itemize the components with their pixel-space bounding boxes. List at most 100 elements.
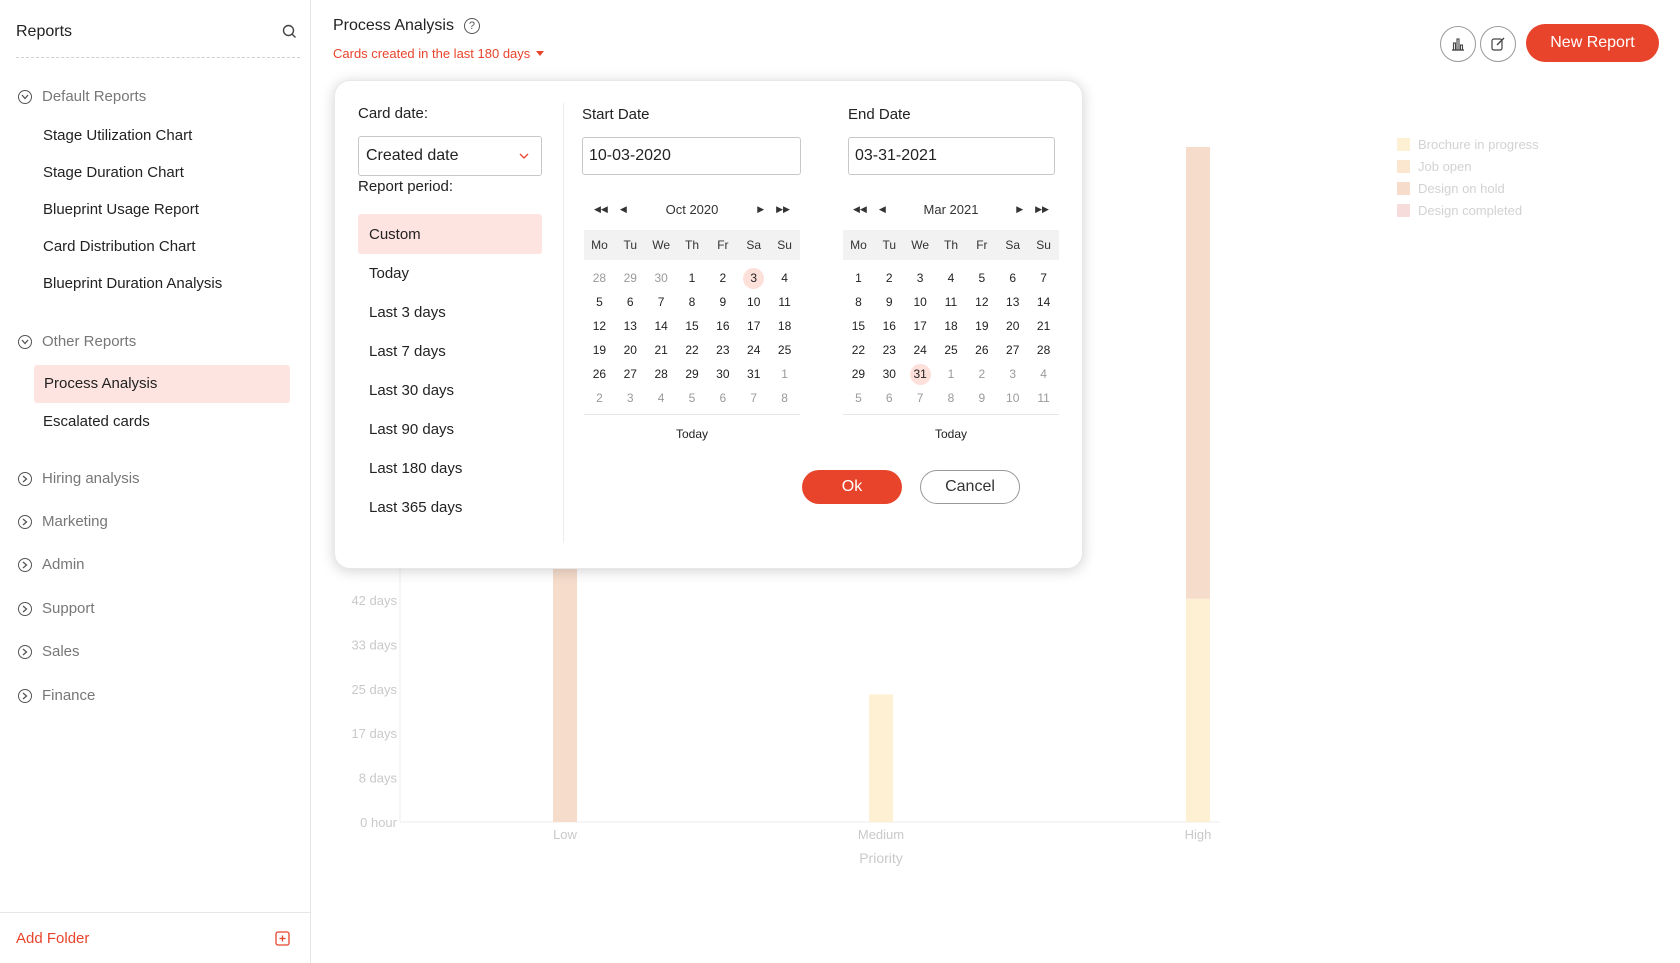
day-cell[interactable]: 7 — [905, 386, 936, 410]
chart-view-button[interactable] — [1440, 26, 1476, 62]
day-cell[interactable]: 19 — [966, 314, 997, 338]
day-cell[interactable]: 20 — [615, 338, 646, 362]
day-cell[interactable]: 17 — [905, 314, 936, 338]
group-sales[interactable]: Sales — [18, 643, 80, 660]
day-cell[interactable]: 14 — [646, 314, 677, 338]
sidebar-item-stage-utilization[interactable]: Stage Utilization Chart — [43, 127, 192, 144]
day-cell[interactable]: 7 — [1028, 266, 1059, 290]
next-month-icon[interactable]: ▶ — [757, 204, 764, 215]
day-cell[interactable]: 16 — [707, 314, 738, 338]
sidebar-item-blueprint-duration[interactable]: Blueprint Duration Analysis — [43, 275, 222, 292]
day-cell[interactable]: 6 — [615, 290, 646, 314]
day-cell[interactable]: 24 — [738, 338, 769, 362]
sidebar-item-escalated-cards[interactable]: Escalated cards — [43, 413, 150, 430]
group-admin[interactable]: Admin — [18, 556, 85, 573]
day-cell[interactable]: 5 — [843, 386, 874, 410]
day-cell[interactable]: 4 — [1028, 362, 1059, 386]
day-cell[interactable]: 28 — [584, 266, 615, 290]
day-cell[interactable]: 7 — [646, 290, 677, 314]
day-cell[interactable]: 9 — [966, 386, 997, 410]
day-cell[interactable]: 28 — [646, 362, 677, 386]
period-option-custom[interactable]: Custom — [358, 214, 542, 254]
day-cell[interactable]: 22 — [843, 338, 874, 362]
date-range-dropdown[interactable]: Cards created in the last 180 days — [333, 46, 545, 61]
day-cell[interactable]: 14 — [1028, 290, 1059, 314]
period-option-last-30-days[interactable]: Last 30 days — [358, 370, 542, 410]
day-cell[interactable]: 27 — [615, 362, 646, 386]
day-cell[interactable]: 6 — [707, 386, 738, 410]
day-cell[interactable]: 18 — [769, 314, 800, 338]
prev-month-icon[interactable]: ◀ — [620, 204, 627, 215]
period-option-last-365-days[interactable]: Last 365 days — [358, 487, 542, 527]
day-cell[interactable]: 15 — [843, 314, 874, 338]
day-cell[interactable]: 30 — [874, 362, 905, 386]
sidebar-item-blueprint-usage[interactable]: Blueprint Usage Report — [43, 201, 199, 218]
cancel-button[interactable]: Cancel — [920, 470, 1020, 504]
day-cell[interactable]: 20 — [997, 314, 1028, 338]
day-cell[interactable]: 9 — [874, 290, 905, 314]
period-option-last-180-days[interactable]: Last 180 days — [358, 448, 542, 488]
day-cell[interactable]: 21 — [1028, 314, 1059, 338]
day-cell[interactable]: 27 — [997, 338, 1028, 362]
day-cell[interactable]: 1 — [677, 266, 708, 290]
day-cell[interactable]: 6 — [997, 266, 1028, 290]
day-cell[interactable]: 15 — [677, 314, 708, 338]
day-cell[interactable]: 23 — [707, 338, 738, 362]
group-other-reports[interactable]: Other Reports — [18, 333, 136, 350]
day-cell[interactable]: 4 — [769, 266, 800, 290]
prev-year-icon[interactable]: ◀◀ — [853, 204, 867, 215]
period-option-last-3-days[interactable]: Last 3 days — [358, 292, 542, 332]
group-support[interactable]: Support — [18, 600, 95, 617]
day-cell[interactable]: 2 — [707, 266, 738, 290]
ok-button[interactable]: Ok — [802, 470, 902, 504]
next-month-icon[interactable]: ▶ — [1016, 204, 1023, 215]
day-cell[interactable]: 29 — [615, 266, 646, 290]
day-cell[interactable]: 30 — [707, 362, 738, 386]
day-cell[interactable]: 12 — [966, 290, 997, 314]
day-cell[interactable]: 29 — [843, 362, 874, 386]
end-date-input[interactable]: 03-31-2021 — [848, 137, 1055, 175]
day-cell[interactable]: 5 — [966, 266, 997, 290]
period-option-today[interactable]: Today — [358, 253, 542, 293]
day-cell[interactable]: 6 — [874, 386, 905, 410]
next-year-icon[interactable]: ▶▶ — [776, 204, 790, 215]
day-cell[interactable]: 8 — [936, 386, 967, 410]
day-cell[interactable]: 21 — [646, 338, 677, 362]
day-cell[interactable]: 30 — [646, 266, 677, 290]
add-folder-icon[interactable] — [271, 927, 293, 949]
day-cell[interactable]: 23 — [874, 338, 905, 362]
day-cell[interactable]: 1 — [936, 362, 967, 386]
day-cell[interactable]: 11 — [1028, 386, 1059, 410]
day-cell[interactable]: 26 — [966, 338, 997, 362]
day-cell[interactable]: 8 — [843, 290, 874, 314]
start-date-input[interactable]: 10-03-2020 — [582, 137, 801, 175]
sidebar-item-stage-duration[interactable]: Stage Duration Chart — [43, 164, 184, 181]
day-cell[interactable]: 2 — [584, 386, 615, 410]
period-option-last-90-days[interactable]: Last 90 days — [358, 409, 542, 449]
day-cell[interactable]: 29 — [677, 362, 708, 386]
day-cell[interactable]: 18 — [936, 314, 967, 338]
day-cell[interactable]: 2 — [966, 362, 997, 386]
day-cell[interactable]: 12 — [584, 314, 615, 338]
day-cell[interactable]: 13 — [615, 314, 646, 338]
day-cell[interactable]: 3 — [997, 362, 1028, 386]
help-icon[interactable]: ? — [463, 18, 480, 34]
day-cell[interactable]: 10 — [905, 290, 936, 314]
selected-day[interactable]: 3 — [738, 266, 769, 290]
day-cell[interactable]: 4 — [646, 386, 677, 410]
day-cell[interactable]: 26 — [584, 362, 615, 386]
prev-year-icon[interactable]: ◀◀ — [594, 204, 608, 215]
add-folder-link[interactable]: Add Folder — [16, 930, 89, 947]
today-link[interactable]: Today — [584, 427, 800, 441]
day-cell[interactable]: 13 — [997, 290, 1028, 314]
day-cell[interactable]: 7 — [738, 386, 769, 410]
day-cell[interactable]: 5 — [584, 290, 615, 314]
group-hiring-analysis[interactable]: Hiring analysis — [18, 470, 140, 487]
day-cell[interactable]: 28 — [1028, 338, 1059, 362]
group-marketing[interactable]: Marketing — [18, 513, 108, 530]
group-finance[interactable]: Finance — [18, 687, 95, 704]
search-icon[interactable] — [278, 21, 300, 43]
day-cell[interactable]: 22 — [677, 338, 708, 362]
day-cell[interactable]: 8 — [769, 386, 800, 410]
card-date-select[interactable]: Created date — [358, 136, 542, 176]
